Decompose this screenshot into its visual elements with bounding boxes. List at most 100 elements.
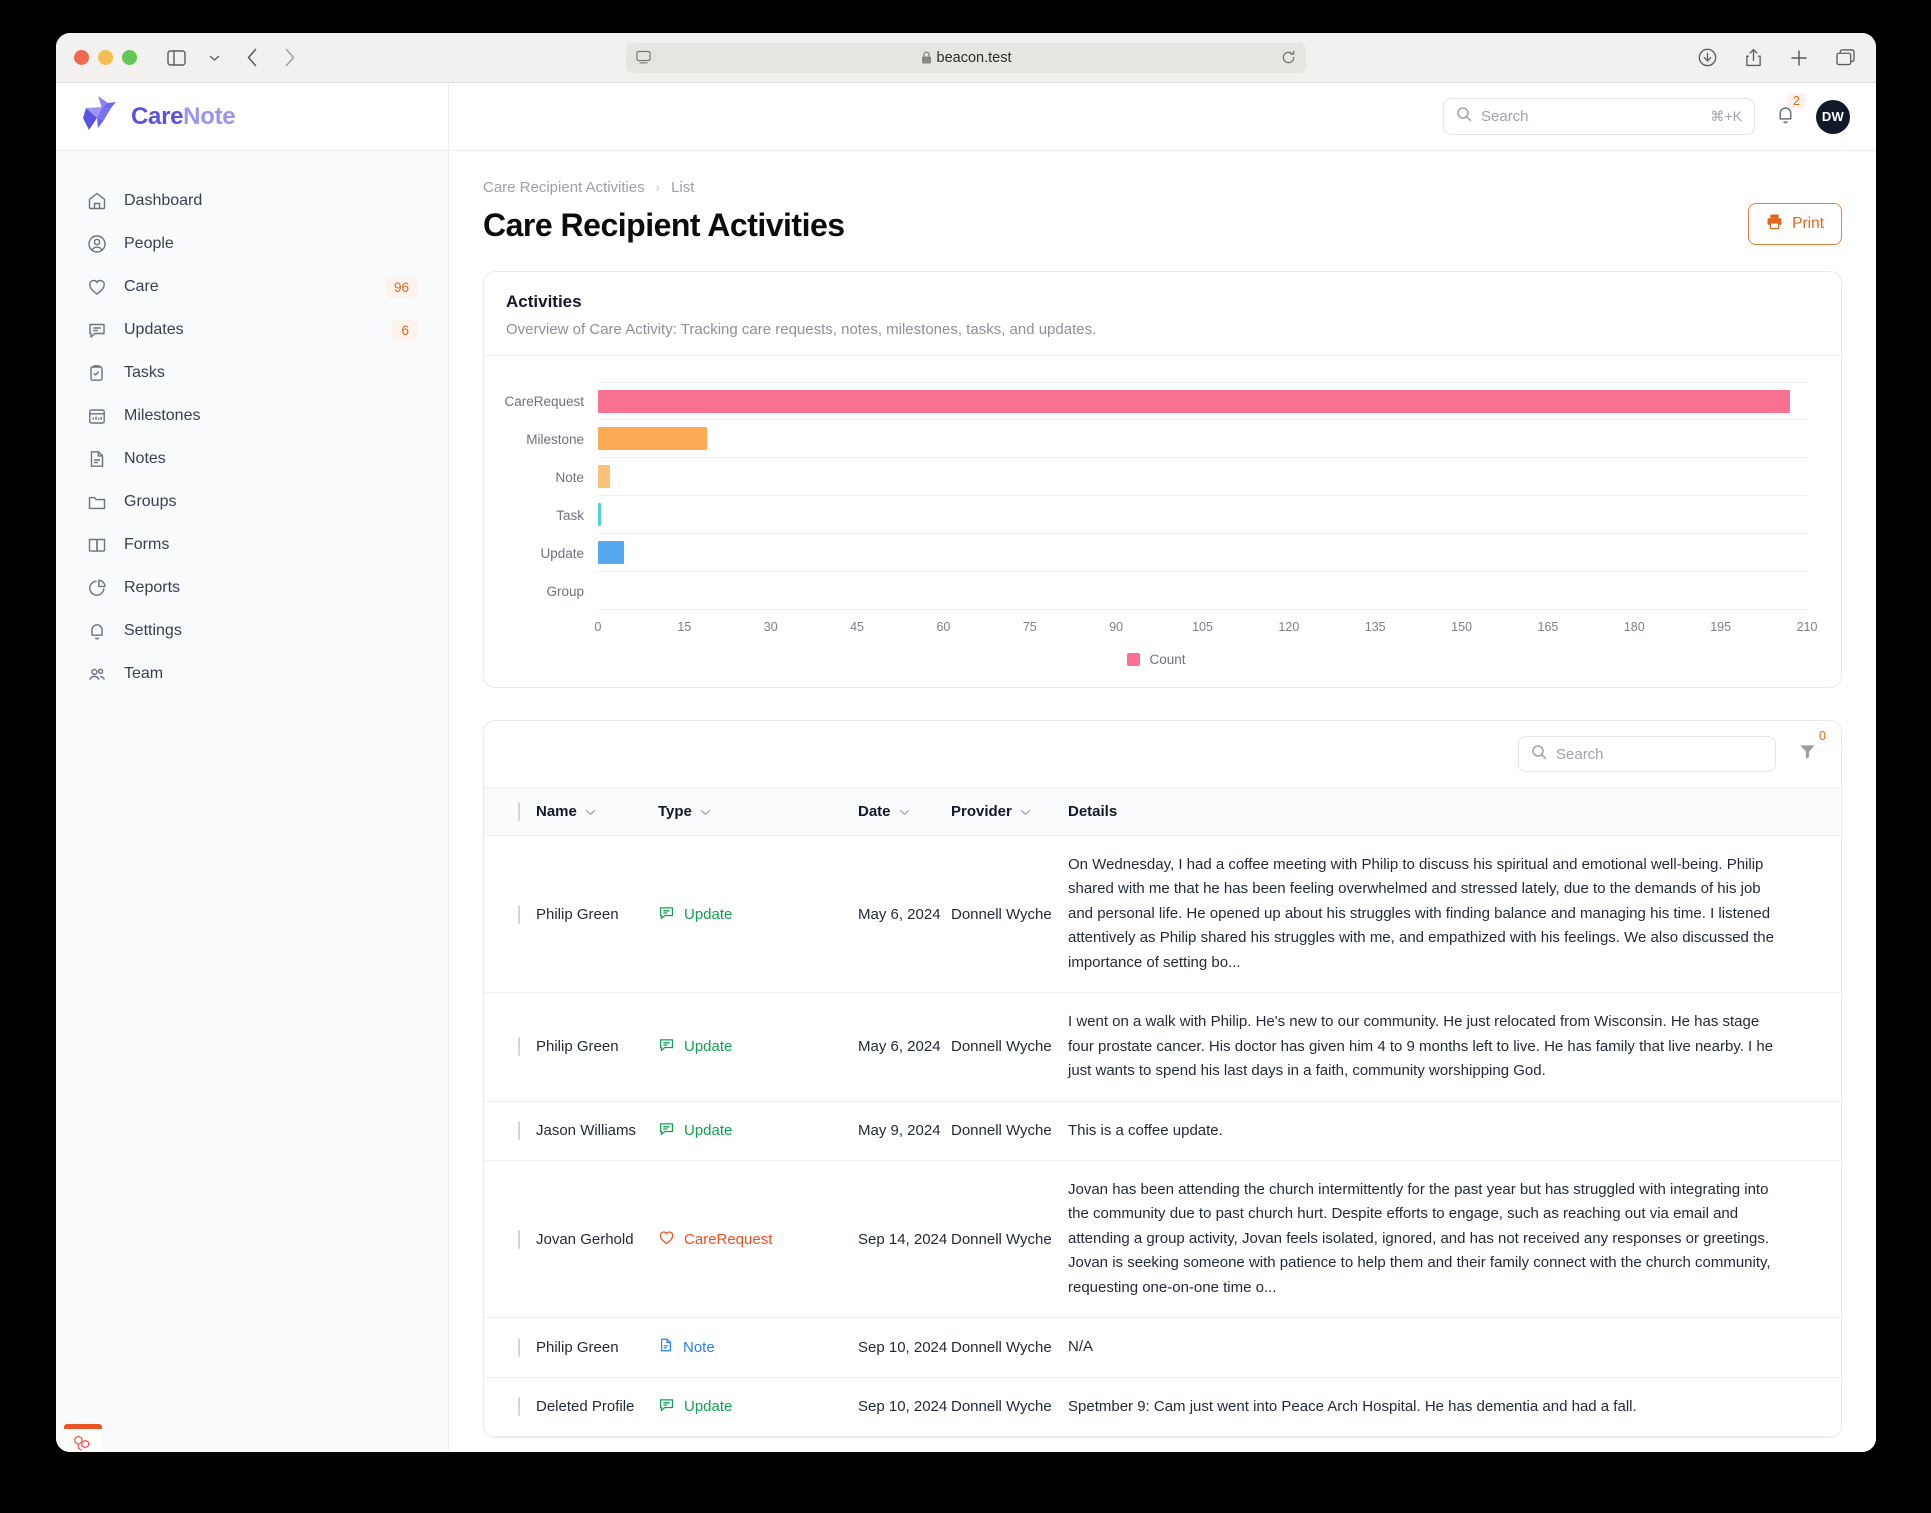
chart-x-tick: 135 — [1364, 620, 1386, 634]
row-type-label: Update — [684, 905, 733, 923]
row-checkbox[interactable] — [518, 1037, 520, 1057]
sidebar-toggle-icon[interactable] — [163, 45, 189, 71]
row-date: May 6, 2024 — [858, 835, 951, 994]
breadcrumb-item-current[interactable]: List — [671, 179, 694, 196]
filter-count-badge: 0 — [1819, 729, 1826, 743]
sidebar-item-label: Reports — [124, 579, 181, 596]
minimize-window-button[interactable] — [98, 50, 113, 65]
chart-bar[interactable] — [598, 541, 624, 564]
row-checkbox[interactable] — [518, 1229, 520, 1249]
sidebar-item-label: Dashboard — [124, 192, 203, 209]
column-header-date[interactable]: Date — [858, 788, 951, 836]
row-checkbox[interactable] — [518, 1121, 520, 1141]
sidebar-item-settings[interactable]: Settings — [74, 611, 430, 651]
folder-icon — [86, 491, 108, 513]
sidebar-item-tasks[interactable]: Tasks — [74, 353, 430, 393]
table-row[interactable]: Jason Williams Update May 9, 2024 Donnell W… — [484, 1101, 1841, 1161]
sidebar-item-label: Updates — [124, 321, 184, 338]
sidebar-item-team[interactable]: Team — [74, 654, 430, 694]
reload-icon[interactable] — [1281, 50, 1296, 65]
row-checkbox[interactable] — [518, 904, 520, 924]
browser-nav-group — [163, 45, 303, 71]
column-header-type[interactable]: Type — [658, 788, 858, 836]
new-tab-icon[interactable] — [1786, 45, 1812, 71]
select-all-header — [484, 788, 536, 836]
sidebar-item-care[interactable]: Care 96 — [74, 267, 430, 307]
chart-x-axis: 0 15 30 45 60 75 90 105 120 135 150 165 180 195 210 — [594, 612, 1818, 642]
table-search-input[interactable]: Search — [1518, 736, 1776, 772]
maximize-window-button[interactable] — [122, 50, 137, 65]
table-row[interactable]: Philip Green Update May 6, 2024 Donnell Wyc… — [484, 992, 1841, 1102]
sidebar-item-milestones[interactable]: Milestones — [74, 396, 430, 436]
forward-arrow-icon[interactable] — [277, 45, 303, 71]
sidebar-item-people[interactable]: People — [74, 224, 430, 264]
chart-bar[interactable] — [598, 503, 602, 526]
row-checkbox[interactable] — [518, 1397, 520, 1417]
share-icon[interactable] — [1740, 45, 1766, 71]
chart-x-tick: 45 — [850, 620, 865, 634]
column-header-provider[interactable]: Provider — [951, 788, 1068, 836]
reader-view-icon[interactable] — [636, 50, 651, 65]
origami-bird-logo — [78, 94, 120, 139]
close-window-button[interactable] — [74, 50, 89, 65]
activities-chart-card: Activities Overview of Care Activity: Tr… — [483, 271, 1842, 688]
row-date: Sep 14, 2024 — [858, 1160, 951, 1319]
heart-icon — [658, 1229, 675, 1250]
row-details: Spetmber 9: Cam just went into Peace Arc… — [1068, 1377, 1841, 1437]
table-row[interactable]: Philip Green Note Sep 10, 2024 Donnell Wych… — [484, 1317, 1841, 1378]
filter-button[interactable]: 0 — [1798, 729, 1826, 766]
filter-icon — [1798, 742, 1817, 766]
sidebar-item-dashboard[interactable]: Dashboard — [74, 181, 430, 221]
table-row[interactable]: Jovan Gerhold CareRequest Sep 14, 2024 Donn… — [484, 1160, 1841, 1319]
chart-x-tick: 0 — [594, 620, 602, 634]
topbar: Search ⌘+K 2 DW — [449, 83, 1876, 151]
chevron-right-icon: › — [655, 180, 661, 195]
chart-x-tick: 150 — [1451, 620, 1472, 634]
address-bar[interactable]: beacon.test — [626, 42, 1306, 73]
search-icon — [1531, 744, 1547, 765]
chart-x-tick: 210 — [1796, 620, 1818, 634]
row-type: Update — [658, 835, 858, 994]
row-provider: Donnell Wyche — [951, 1101, 1068, 1161]
row-name: Philip Green — [536, 1317, 658, 1378]
chart-plot-area: 0 15 30 45 60 75 90 105 120 135 150 165 180 195 210 — [594, 382, 1818, 642]
row-name: Philip Green — [536, 992, 658, 1102]
chart-bar[interactable] — [598, 427, 708, 450]
back-arrow-icon[interactable] — [239, 45, 265, 71]
chart-x-tick: 15 — [677, 620, 692, 634]
sidebar-item-reports[interactable]: Reports — [74, 568, 430, 608]
chart-x-tick: 90 — [1109, 620, 1124, 634]
chart-category-label: Group — [546, 583, 584, 599]
chart-bar[interactable] — [598, 465, 610, 488]
message-icon — [658, 1120, 675, 1141]
column-header-name[interactable]: Name — [536, 788, 658, 836]
search-icon — [1456, 106, 1472, 127]
sidebar-dropdown-icon[interactable] — [201, 45, 227, 71]
sidebar-item-updates[interactable]: Updates 6 — [74, 310, 430, 350]
chart-bar[interactable] — [598, 389, 1790, 413]
tab-overview-icon[interactable] — [1832, 45, 1858, 71]
sidebar-item-groups[interactable]: Groups — [74, 482, 430, 522]
row-name: Philip Green — [536, 835, 658, 994]
row-checkbox[interactable] — [518, 1337, 520, 1357]
sidebar-item-notes[interactable]: Notes — [74, 439, 430, 479]
column-label: Details — [1068, 803, 1118, 820]
row-details: This is a coffee update. — [1068, 1101, 1841, 1161]
legend-label: Count — [1149, 652, 1186, 667]
global-search-input[interactable]: Search ⌘+K — [1443, 98, 1755, 135]
brand-logo[interactable]: CareNote — [56, 83, 448, 151]
sidebar-item-forms[interactable]: Forms — [74, 525, 430, 565]
row-details: N/A — [1068, 1317, 1841, 1378]
chart-category-label: CareRequest — [504, 393, 584, 409]
breadcrumb-item-root[interactable]: Care Recipient Activities — [483, 179, 645, 196]
notifications-button[interactable]: 2 — [1775, 92, 1806, 130]
table-row[interactable]: Philip Green Update May 6, 2024 Donnell Wyc… — [484, 835, 1841, 994]
chart-bar-row — [598, 572, 1807, 610]
avatar[interactable]: DW — [1816, 99, 1850, 134]
print-button[interactable]: Print — [1748, 203, 1842, 245]
download-icon[interactable] — [1694, 45, 1720, 71]
laravel-debug-badge[interactable] — [64, 1424, 102, 1452]
chart-x-tick: 60 — [936, 620, 951, 634]
table-row[interactable]: Deleted Profile Update Sep 10, 2024 Donnell… — [484, 1377, 1841, 1437]
select-all-checkbox[interactable] — [518, 802, 520, 821]
